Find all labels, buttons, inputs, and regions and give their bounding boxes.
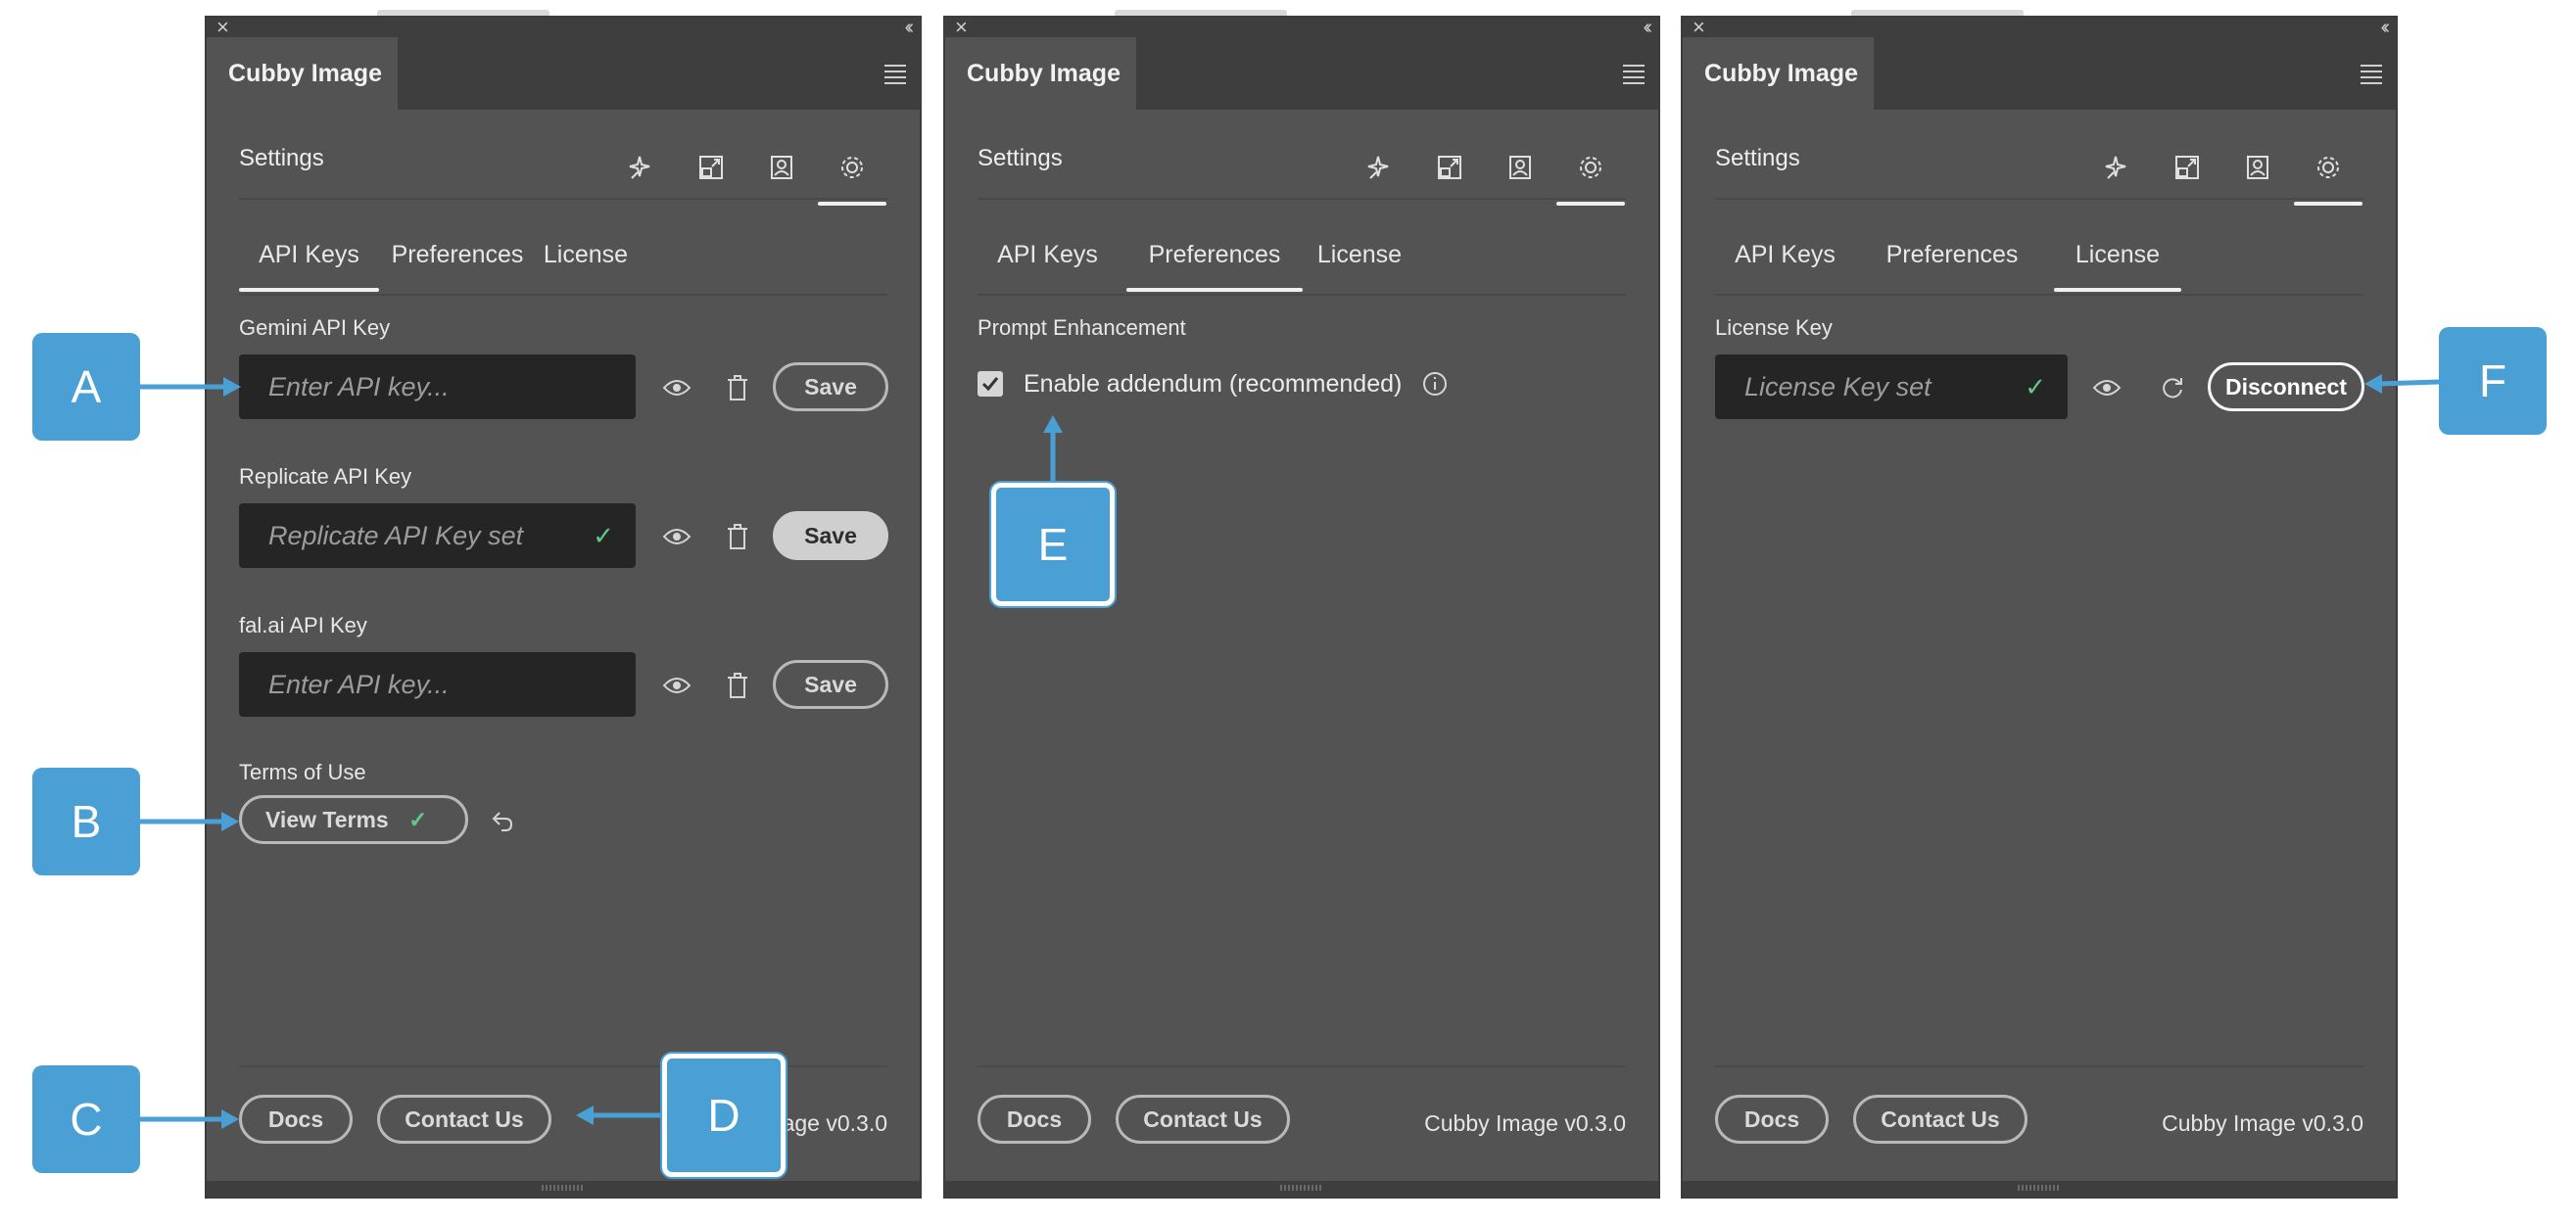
callout-arrows xyxy=(140,374,2440,1129)
